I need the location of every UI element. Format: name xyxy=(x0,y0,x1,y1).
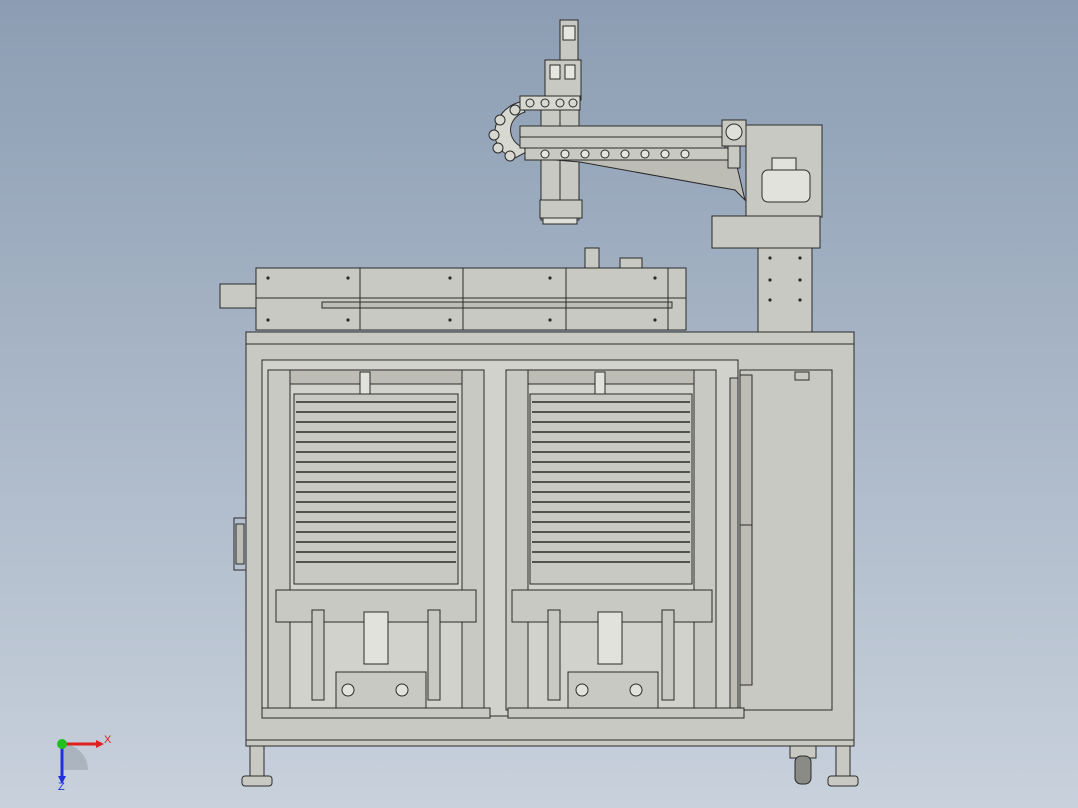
right-leveling-foot[interactable] xyxy=(835,745,851,777)
x-axis-label: X xyxy=(104,734,112,746)
side-motor[interactable] xyxy=(219,283,259,309)
right-door-panel[interactable] xyxy=(739,369,833,711)
arm-mount xyxy=(711,215,821,249)
x-axis-arrowhead xyxy=(96,740,104,748)
y-axis-origin xyxy=(57,739,67,749)
support-column xyxy=(757,247,813,333)
top-housing[interactable] xyxy=(219,247,687,331)
z-axis-label: Z xyxy=(58,781,65,793)
orientation-triad: X Z xyxy=(57,734,112,793)
top-housing-body[interactable] xyxy=(255,267,687,331)
left-leveling-foot[interactable] xyxy=(249,745,265,777)
caster-wheel[interactable] xyxy=(794,755,812,785)
frame-top-plate xyxy=(245,331,855,345)
cad-viewport[interactable]: X Z xyxy=(0,0,1078,808)
machine-base xyxy=(241,739,859,787)
